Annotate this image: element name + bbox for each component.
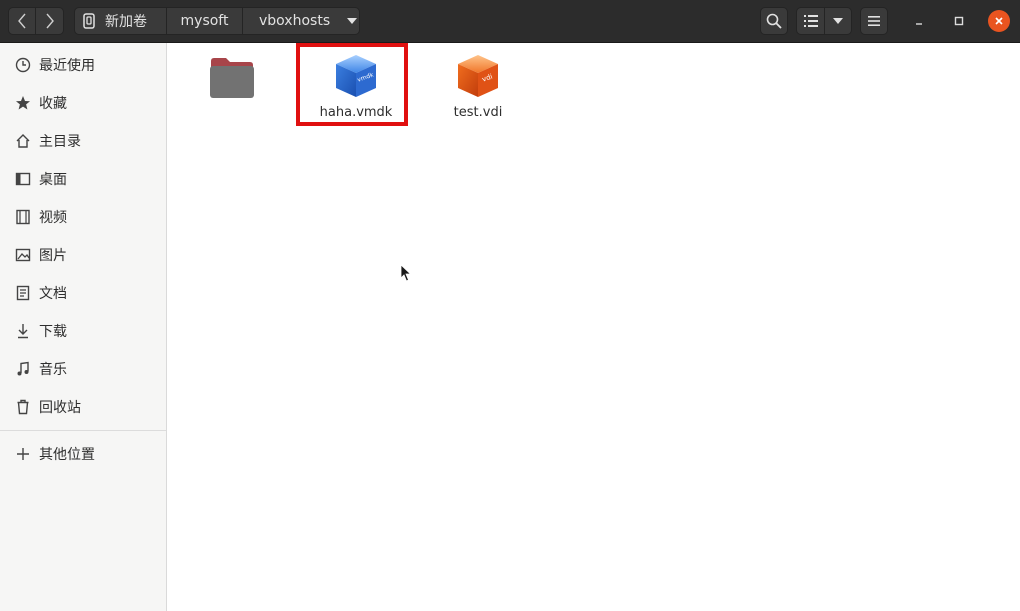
menu-button[interactable] [860,7,888,35]
desktop-icon [15,171,31,187]
sidebar-item-videos[interactable]: 视频 [0,199,166,235]
document-icon [15,285,31,301]
sidebar-item-desktop[interactable]: 桌面 [0,161,166,197]
breadcrumb-drive[interactable]: 新加卷 [74,7,167,35]
sidebar-item-label: 音乐 [39,362,67,378]
sidebar-item-other-locations[interactable]: 其他位置 [0,436,166,472]
trash-icon [15,399,31,415]
drive-icon [83,13,95,29]
clock-icon [15,57,31,73]
star-icon [15,95,31,111]
chevron-left-icon [18,13,26,29]
minimize-icon [916,23,922,25]
minimize-button[interactable] [908,10,930,32]
file-view: vmdk haha.vmdk vdi test.vdi [168,43,1020,611]
sidebar-item-label: 其他位置 [39,447,95,463]
highlight-annotation [296,43,408,126]
hamburger-menu-icon [868,16,880,26]
search-button[interactable] [760,7,788,35]
back-button[interactable] [8,7,36,35]
image-icon [15,247,31,263]
close-button[interactable] [988,10,1010,32]
sidebar-item-starred[interactable]: 收藏 [0,85,166,121]
sidebar-item-recent[interactable]: 最近使用 [0,47,166,83]
breadcrumb-label: 新加卷 [105,14,147,30]
header-bar: 新加卷 mysoft vboxhosts [0,0,1020,43]
search-icon [766,13,782,29]
file-item-folder[interactable] [176,43,288,105]
maximize-icon [954,16,964,26]
list-view-icon [803,15,818,27]
list-view-button[interactable] [796,7,825,35]
sidebar-item-label: 视频 [39,210,67,226]
sidebar-item-home[interactable]: 主目录 [0,123,166,159]
file-item-test-vdi[interactable]: vdi test.vdi [422,43,534,120]
sidebar-item-label: 收藏 [39,96,67,112]
mouse-cursor-icon [400,264,412,282]
chevron-right-icon [45,13,54,29]
sidebar-divider [0,430,166,431]
sidebar-item-label: 图片 [39,248,67,264]
file-name: test.vdi [453,105,503,120]
breadcrumb-label: mysoft [180,13,229,29]
sidebar-item-label: 回收站 [39,400,81,416]
close-icon [995,17,1003,25]
vdi-file-icon: vdi [458,55,498,97]
sidebar-item-label: 文档 [39,286,67,302]
sidebar-item-label: 下载 [39,324,67,340]
sidebar: 最近使用 收藏 主目录 桌面 视频 图片 文档 下载 音乐 回收站 其他位置 [0,43,167,611]
sidebar-item-trash[interactable]: 回收站 [0,389,166,425]
home-icon [15,133,31,149]
breadcrumb-label: vboxhosts [259,13,331,29]
video-icon [15,209,31,225]
triangle-down-icon[interactable] [347,18,358,24]
sidebar-item-label: 主目录 [39,134,81,150]
sidebar-item-label: 桌面 [39,172,67,188]
breadcrumb-mysoft[interactable]: mysoft [166,7,243,35]
download-icon [15,323,31,339]
plus-icon [15,446,31,462]
view-options-dropdown[interactable] [824,7,852,35]
triangle-down-icon [833,18,843,24]
maximize-button[interactable] [948,10,970,32]
sidebar-item-documents[interactable]: 文档 [0,275,166,311]
folder-icon [210,58,254,98]
sidebar-item-music[interactable]: 音乐 [0,351,166,387]
forward-button[interactable] [35,7,64,35]
sidebar-item-label: 最近使用 [39,58,95,74]
sidebar-item-downloads[interactable]: 下载 [0,313,166,349]
breadcrumb-vboxhosts[interactable]: vboxhosts [242,7,360,35]
music-icon [15,361,31,377]
sidebar-item-pictures[interactable]: 图片 [0,237,166,273]
